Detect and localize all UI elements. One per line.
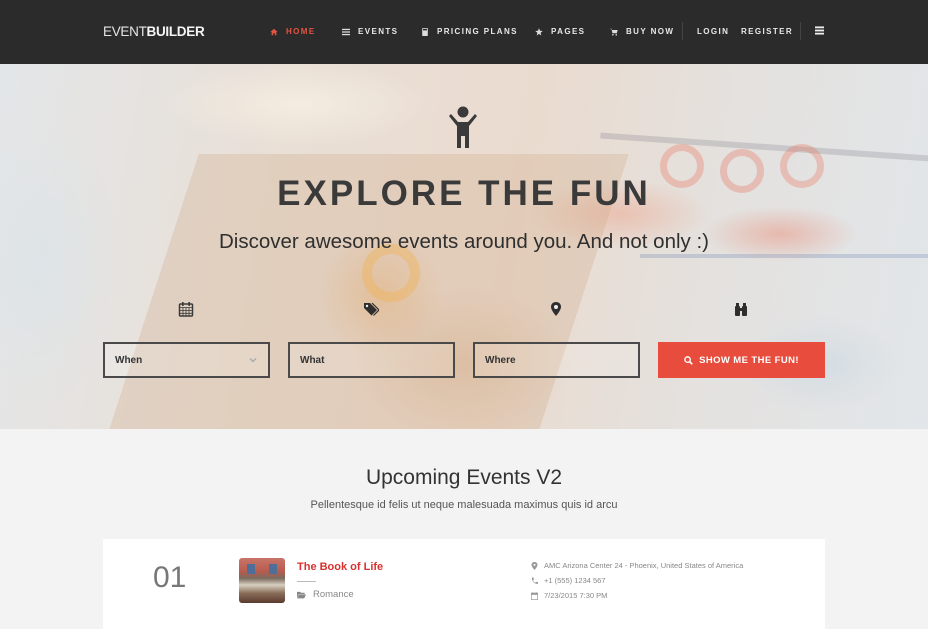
top-navbar: EVENTBUILDER HOME EVENTS PRICING PLANS P… <box>0 0 928 64</box>
nav-item-home[interactable]: HOME <box>270 27 316 36</box>
section-title: Upcoming Events V2 <box>365 466 563 489</box>
nav-item-events[interactable]: EVENTS <box>342 27 398 36</box>
event-category-label: Romance <box>313 589 354 600</box>
hero-background-detail <box>640 254 928 258</box>
hero-section: EXPLORE THE FUN Discover awesome events … <box>0 64 928 429</box>
nav-item-pricing-plans[interactable]: PRICING PLANS <box>421 27 518 36</box>
section-subtitle: Pellentesque id felis ut neque malesuada… <box>310 499 618 511</box>
hero-subtitle: Discover awesome events around you. And … <box>219 230 709 253</box>
child-icon <box>449 106 477 148</box>
nav-item-label: EVENTS <box>358 27 399 36</box>
what-input[interactable]: What <box>288 342 455 378</box>
map-marker-icon <box>551 302 561 316</box>
event-phone: +1 (555) 1234 567 <box>531 576 606 585</box>
hero-title: EXPLORE THE FUN <box>277 174 651 213</box>
chevron-down-icon <box>249 358 257 363</box>
phone-icon <box>531 577 538 584</box>
nav-item-label: BUY NOW <box>626 27 675 36</box>
register-link[interactable]: REGISTER <box>741 27 793 36</box>
register-label: REGISTER <box>741 27 794 36</box>
thumbnail-detail <box>269 564 277 574</box>
event-category[interactable]: Romance <box>297 589 354 600</box>
when-select[interactable]: When <box>103 342 270 378</box>
search-button-label: SHOW ME THE FUN! <box>699 354 799 366</box>
event-divider <box>297 581 316 582</box>
list-icon <box>342 28 350 35</box>
hero-background-detail <box>600 132 928 162</box>
brand-logo[interactable]: EVENTBUILDER <box>103 24 205 39</box>
nav-divider <box>800 22 801 40</box>
where-input[interactable]: Where <box>473 342 640 378</box>
thumbnail-detail <box>247 564 255 574</box>
when-placeholder: When <box>115 354 143 366</box>
calendar-icon <box>178 302 194 317</box>
event-title-link[interactable]: The Book of Life <box>297 561 383 573</box>
nav-item-label: PAGES <box>551 27 586 36</box>
where-placeholder: Where <box>485 354 516 366</box>
login-link[interactable]: LOGIN <box>697 27 729 36</box>
calculator-icon <box>422 27 428 36</box>
event-number: 01 <box>153 561 187 594</box>
event-datetime-text: 7/23/2015 7:30 PM <box>544 591 608 600</box>
folder-open-icon <box>297 591 306 598</box>
tags-icon <box>364 302 379 316</box>
star-icon <box>535 27 543 35</box>
map-marker-icon <box>531 561 538 570</box>
hamburger-icon[interactable] <box>815 26 824 35</box>
binoculars-icon <box>735 303 747 316</box>
event-location: AMC Arizona Center 24 - Phoenix, United … <box>531 561 743 570</box>
nav-item-buy-now[interactable]: BUY NOW <box>610 27 674 36</box>
nav-item-label: PRICING PLANS <box>437 27 518 36</box>
event-phone-text: +1 (555) 1234 567 <box>544 576 606 585</box>
logo-text-thin: EVENT <box>103 24 147 39</box>
event-datetime: 7/23/2015 7:30 PM <box>531 591 607 600</box>
event-list-item: 01 The Book of Life Romance AMC Arizona … <box>103 539 825 629</box>
event-location-text: AMC Arizona Center 24 - Phoenix, United … <box>544 561 744 570</box>
nav-divider <box>682 22 683 40</box>
event-thumbnail[interactable] <box>239 558 285 603</box>
show-me-the-fun-button[interactable]: SHOW ME THE FUN! <box>658 342 825 378</box>
what-placeholder: What <box>300 354 325 366</box>
logo-text-bold: BUILDER <box>146 24 205 39</box>
search-icon <box>684 355 693 365</box>
login-label: LOGIN <box>697 27 730 36</box>
nav-item-pages[interactable]: PAGES <box>535 27 585 36</box>
nav-item-label: HOME <box>286 27 316 36</box>
home-icon <box>270 28 278 35</box>
cart-icon <box>610 28 618 36</box>
calendar-icon <box>531 591 538 600</box>
